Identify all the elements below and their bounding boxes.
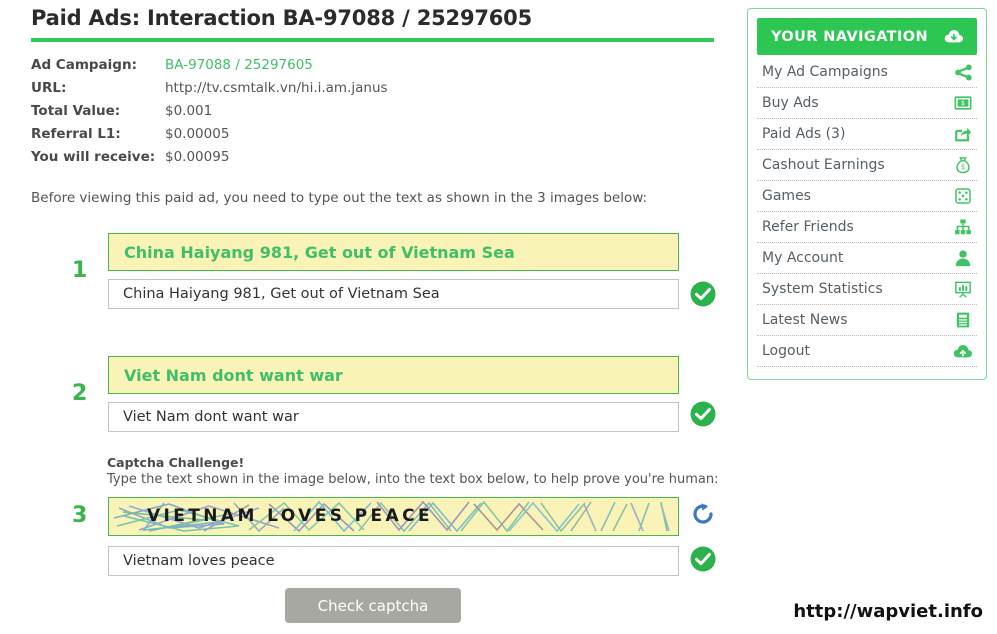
sidebar-item-label: Logout <box>762 343 810 359</box>
cloud-upload-icon <box>953 341 973 361</box>
sidebar-item-label: Cashout Earnings <box>762 157 885 173</box>
main-content: Paid Ads: Interaction BA-97088 / 2529760… <box>0 0 730 634</box>
sidebar-item-label: System Statistics <box>762 281 883 297</box>
captcha-heading: Captcha Challenge! <box>107 455 245 470</box>
sidebar-item-label: Latest News <box>762 312 848 328</box>
info-value: http://tv.csmtalk.vn/hi.i.am.janus <box>165 80 388 96</box>
page-title: Paid Ads: Interaction BA-97088 / 2529760… <box>31 6 532 30</box>
info-value: $0.00005 <box>165 126 230 142</box>
challenge-marker-3: 3 <box>72 503 88 528</box>
sidebar-item-label: My Ad Campaigns <box>762 64 888 80</box>
challenge-marker-2: 2 <box>72 381 88 406</box>
sidebar-item-label: Buy Ads <box>762 95 819 111</box>
instructions-text: Before viewing this paid ad, you need to… <box>31 190 648 206</box>
sitemap-icon <box>953 217 973 237</box>
info-value: $0.001 <box>165 103 213 119</box>
dice-icon <box>953 186 973 206</box>
navigation-header-title: YOUR NAVIGATION <box>771 28 929 45</box>
campaign-link-separator: / <box>235 57 240 73</box>
challenge-prompt-1: China Haiyang 981, Get out of Vietnam Se… <box>108 233 679 271</box>
sidebar-item-label: Games <box>762 188 811 204</box>
check-captcha-button[interactable]: Check captcha <box>285 588 461 623</box>
sidebar-item-buy-ads[interactable]: Buy Ads $ <box>757 88 977 119</box>
svg-text:$: $ <box>961 100 965 107</box>
info-label: Referral L1: <box>31 126 121 142</box>
money-bill-icon: $ <box>953 93 973 113</box>
info-label: Ad Campaign: <box>31 57 137 73</box>
challenge-marker-1: 1 <box>72 258 88 283</box>
sidebar-item-my-ad-campaigns[interactable]: My Ad Campaigns <box>757 57 977 88</box>
info-value: BA-97088 / 25297605 <box>165 57 313 73</box>
captcha-image-text: VIETNAM LOVES PEACE <box>147 506 433 526</box>
app-root: Paid Ads: Interaction BA-97088 / 2529760… <box>0 0 997 634</box>
cloud-download-icon <box>944 27 964 47</box>
share-square-icon <box>953 124 973 144</box>
challenge-prompt-2: Viet Nam dont want war <box>108 356 679 394</box>
sidebar-item-my-account[interactable]: My Account <box>757 243 977 274</box>
challenge-input-1[interactable]: China Haiyang 981, Get out of Vietnam Se… <box>108 279 679 309</box>
refresh-icon[interactable] <box>690 501 716 527</box>
campaign-link-secondary[interactable]: 25297605 <box>244 57 313 73</box>
info-label: Total Value: <box>31 103 121 119</box>
check-circle-icon <box>690 401 716 427</box>
ad-info-table: Ad Campaign: BA-97088 / 25297605 URL: ht… <box>31 57 491 172</box>
sidebar-item-system-statistics[interactable]: System Statistics <box>757 274 977 305</box>
captcha-image: VIETNAM LOVES PEACE <box>108 497 679 536</box>
captcha-subheading: Type the text shown in the image below, … <box>107 472 719 487</box>
sidebar-item-refer-friends[interactable]: Refer Friends <box>757 212 977 243</box>
sidebar-item-cashout-earnings[interactable]: Cashout Earnings $ <box>757 150 977 181</box>
money-bag-icon: $ <box>953 155 973 175</box>
site-watermark: http://wapviet.info <box>793 601 983 622</box>
navigation-panel: YOUR NAVIGATION My Ad Campaigns Buy Ads … <box>747 8 987 380</box>
svg-text:$: $ <box>961 163 965 171</box>
sidebar-item-latest-news[interactable]: Latest News <box>757 305 977 336</box>
chart-presentation-icon <box>953 279 973 299</box>
info-row-you-receive: You will receive: $0.00095 <box>31 149 491 172</box>
navigation-list: My Ad Campaigns Buy Ads $ Paid Ads (3) C… <box>757 57 977 367</box>
sidebar-item-label: My Account <box>762 250 844 266</box>
news-document-icon <box>953 310 973 330</box>
info-value: $0.00095 <box>165 149 230 165</box>
sidebar-item-label: Paid Ads (3) <box>762 126 846 142</box>
info-label: You will receive: <box>31 149 156 165</box>
sidebar-item-paid-ads[interactable]: Paid Ads (3) <box>757 119 977 150</box>
info-row-url: URL: http://tv.csmtalk.vn/hi.i.am.janus <box>31 80 491 103</box>
user-icon <box>953 248 973 268</box>
navigation-header: YOUR NAVIGATION <box>757 18 977 55</box>
info-row-campaign: Ad Campaign: BA-97088 / 25297605 <box>31 57 491 80</box>
challenge-input-2[interactable]: Viet Nam dont want war <box>108 402 679 432</box>
captcha-input[interactable]: Vietnam loves peace <box>108 546 679 576</box>
sidebar-item-games[interactable]: Games <box>757 181 977 212</box>
check-circle-icon <box>690 546 716 572</box>
check-circle-icon <box>690 281 716 307</box>
title-divider <box>31 38 714 42</box>
sidebar-item-logout[interactable]: Logout <box>757 336 977 367</box>
share-nodes-icon <box>953 62 973 82</box>
sidebar-item-label: Refer Friends <box>762 219 854 235</box>
info-row-total-value: Total Value: $0.001 <box>31 103 491 126</box>
campaign-link-primary[interactable]: BA-97088 <box>165 57 231 73</box>
info-row-referral: Referral L1: $0.00005 <box>31 126 491 149</box>
info-label: URL: <box>31 80 67 96</box>
